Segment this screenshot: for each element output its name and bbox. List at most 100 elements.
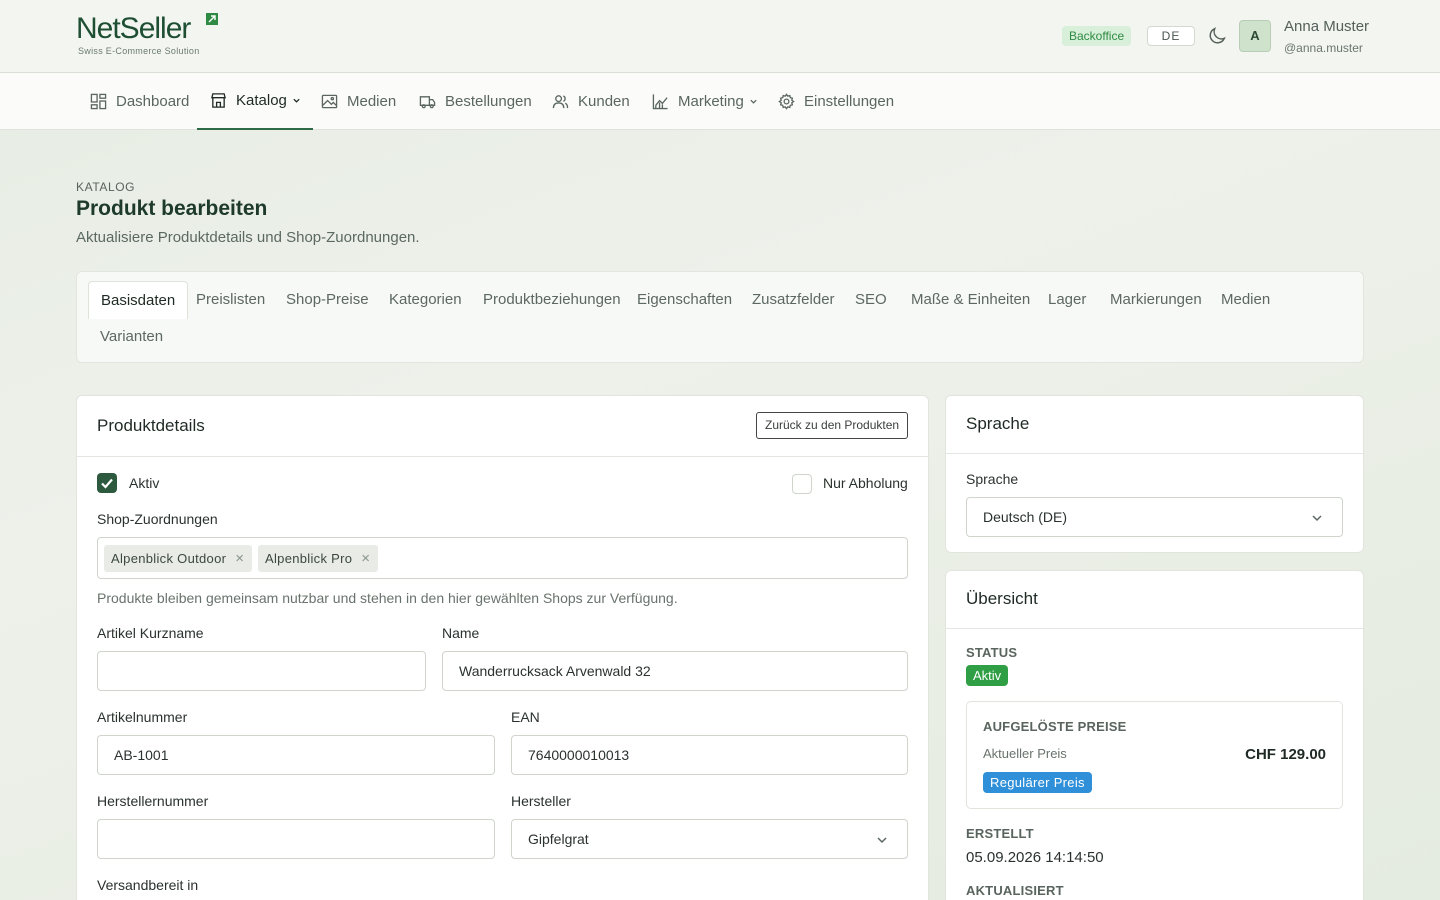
nav-label: Marketing — [678, 93, 744, 110]
back-to-products-button[interactable]: Zurück zu den Produkten — [756, 412, 909, 439]
store-icon — [211, 93, 226, 108]
tab-basisdaten[interactable]: Basisdaten — [88, 281, 189, 319]
tab-lager[interactable]: Lager — [1036, 281, 1098, 319]
language-label: Sprache — [966, 471, 1019, 487]
dashboard-icon — [90, 93, 107, 110]
shops-help-text: Produkte bleiben gemeinsam nutzbar und s… — [97, 590, 678, 606]
resolved-prices-label: AUFGELÖSTE PREISE — [983, 719, 1127, 734]
user-handle: @anna.muster — [1284, 41, 1363, 55]
short-name-input[interactable] — [97, 651, 426, 691]
card-header: Sprache — [946, 396, 1363, 454]
nav-kunden[interactable]: Kunden — [552, 73, 630, 130]
nav-medien[interactable]: Medien — [321, 73, 396, 130]
nav-marketing[interactable]: Marketing — [652, 73, 758, 130]
shop-chip: Alpenblick Pro × — [258, 545, 379, 572]
status-label: STATUS — [966, 645, 1018, 660]
nav-katalog[interactable]: Katalog — [197, 73, 313, 130]
article-number-label: Artikelnummer — [97, 709, 188, 725]
users-icon — [552, 95, 569, 109]
chevron-down-icon — [750, 99, 757, 104]
gear-icon — [778, 93, 795, 110]
active-label: Aktiv — [129, 475, 160, 491]
language-select[interactable]: Deutsch (DE) — [966, 497, 1343, 537]
card-header: Übersicht — [946, 571, 1363, 629]
updated-label: AKTUALISIERT — [966, 883, 1064, 898]
check-icon — [101, 478, 113, 489]
nav-dashboard[interactable]: Dashboard — [90, 73, 189, 130]
card-title: Sprache — [966, 414, 1030, 433]
manufacturer-select[interactable]: Gipfelgrat — [511, 819, 908, 859]
logo-tagline: Swiss E-Commerce Solution — [78, 46, 200, 56]
nav-einstellungen[interactable]: Einstellungen — [778, 73, 894, 130]
tab-masse-einheiten[interactable]: Maße & Einheiten — [899, 281, 1042, 319]
tab-produktbeziehungen[interactable]: Produktbeziehungen — [471, 281, 633, 319]
manufacturer-number-input[interactable] — [97, 819, 495, 859]
nav-label: Bestellungen — [445, 93, 532, 110]
tab-preislisten[interactable]: Preislisten — [184, 281, 277, 319]
created-label: ERSTELLT — [966, 826, 1034, 841]
backoffice-badge: Backoffice — [1062, 26, 1132, 46]
shop-chip-label: Alpenblick Pro — [265, 551, 353, 566]
netseller-logo[interactable]: NetSeller Swiss E-Commerce Solution — [76, 12, 226, 58]
shipping-ready-label: Versandbereit in — [97, 877, 199, 893]
chart-icon — [652, 94, 668, 110]
tab-markierungen[interactable]: Markierungen — [1098, 281, 1214, 319]
article-number-input[interactable]: AB-1001 — [97, 735, 495, 775]
pickup-only-checkbox[interactable] — [792, 474, 812, 494]
language-card: Sprache Sprache Deutsch (DE) — [945, 395, 1364, 553]
shop-chip-label: Alpenblick Outdoor — [111, 551, 227, 566]
nav-label: Katalog — [236, 92, 287, 109]
name-label: Name — [442, 625, 480, 641]
language-switch-button[interactable]: DE — [1147, 26, 1195, 46]
nav-label: Medien — [347, 93, 397, 110]
pickup-only-label: Nur Abholung — [823, 475, 908, 491]
tab-kategorien[interactable]: Kategorien — [377, 281, 474, 319]
ean-input[interactable]: 7640000010013 — [511, 735, 908, 775]
shops-label: Shop-Zuordnungen — [97, 511, 218, 527]
current-price-value: CHF 129.00 — [1245, 746, 1326, 763]
resolved-prices-box: AUFGELÖSTE PREISE Aktueller Preis CHF 12… — [966, 701, 1343, 809]
current-price-label: Aktueller Preis — [983, 746, 1067, 761]
page-title: Produkt bearbeiten — [76, 197, 268, 220]
ean-label: EAN — [511, 709, 540, 725]
overview-card: Übersicht STATUS Aktiv AUFGELÖSTE PREISE… — [945, 570, 1364, 900]
main-navigation: Dashboard Katalog Medien Bestellungen Ku… — [0, 73, 1440, 130]
nav-label: Dashboard — [116, 93, 190, 110]
manufacturer-label: Hersteller — [511, 793, 571, 809]
truck-icon — [419, 96, 436, 109]
user-name: Anna Muster — [1284, 18, 1370, 35]
manufacturer-value: Gipfelgrat — [528, 831, 589, 847]
tab-eigenschaften[interactable]: Eigenschaften — [625, 281, 744, 319]
tab-zusatzfelder[interactable]: Zusatzfelder — [740, 281, 847, 319]
close-icon[interactable]: × — [361, 545, 370, 572]
nav-label: Kunden — [578, 93, 630, 110]
nav-label: Einstellungen — [804, 93, 895, 110]
shops-multiselect[interactable]: Alpenblick Outdoor × Alpenblick Pro × — [97, 537, 908, 579]
page-subtitle: Aktualisiere Produktdetails und Shop-Zuo… — [76, 229, 420, 246]
product-details-card: Produktdetails Zurück zu den Produkten A… — [76, 395, 929, 900]
breadcrumb: KATALOG — [76, 180, 136, 194]
moon-icon[interactable] — [1206, 25, 1228, 47]
top-bar: NetSeller Swiss E-Commerce Solution Back… — [0, 0, 1440, 73]
card-header: Produktdetails Zurück zu den Produkten — [77, 396, 928, 457]
close-icon[interactable]: × — [235, 545, 244, 572]
name-input[interactable]: Wanderrucksack Arvenwald 32 — [442, 651, 908, 691]
leaf-icon — [206, 13, 218, 25]
tab-varianten[interactable]: Varianten — [88, 318, 175, 356]
active-checkbox[interactable] — [97, 473, 117, 493]
logo-wordmark: NetSeller — [76, 12, 191, 45]
status-badge: Aktiv — [966, 665, 1009, 686]
avatar[interactable]: A — [1239, 20, 1271, 52]
chevron-down-icon — [877, 837, 887, 844]
shop-chip: Alpenblick Outdoor × — [104, 545, 253, 572]
image-icon — [321, 94, 338, 109]
card-title: Übersicht — [966, 589, 1038, 608]
chevron-down-icon — [1312, 515, 1322, 522]
tab-medien[interactable]: Medien — [1209, 281, 1282, 319]
nav-bestellungen[interactable]: Bestellungen — [419, 73, 532, 130]
manufacturer-number-label: Herstellernummer — [97, 793, 209, 809]
created-value: 05.09.2026 14:14:50 — [966, 849, 1104, 866]
tab-seo[interactable]: SEO — [843, 281, 899, 319]
tab-shop-preise[interactable]: Shop-Preise — [274, 281, 381, 319]
chevron-down-icon — [293, 98, 300, 103]
